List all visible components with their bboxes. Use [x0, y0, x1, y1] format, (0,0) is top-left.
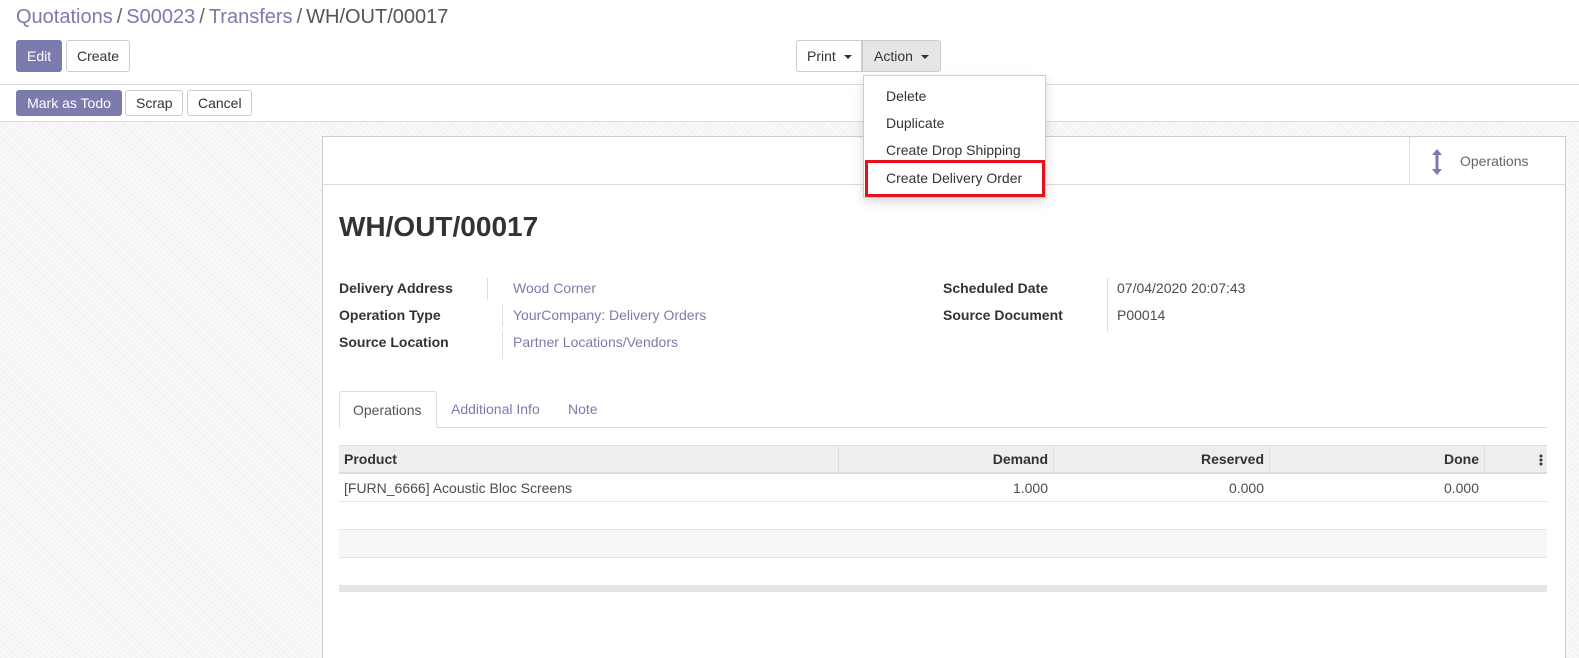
done-cell: 0.000 — [1443, 480, 1479, 496]
empty-row — [339, 502, 1547, 530]
source-location-label: Source Location — [339, 334, 449, 350]
empty-row — [339, 558, 1547, 586]
tab-note[interactable]: Note — [555, 391, 611, 427]
breadcrumb-separator: / — [296, 6, 303, 28]
action-dropdown-menu: Delete Duplicate Create Drop Shipping Cr… — [863, 75, 1046, 198]
delivery-address-label: Delivery Address — [339, 280, 453, 296]
breadcrumb-transfers[interactable]: Transfers — [209, 6, 293, 28]
breadcrumb-current: WH/OUT/00017 — [306, 6, 449, 28]
menu-item-create-drop-shipping[interactable]: Create Drop Shipping — [865, 137, 1044, 164]
breadcrumb-separator: / — [199, 6, 205, 28]
field-divider — [1107, 278, 1108, 332]
arrows-vertical-icon — [1432, 149, 1442, 175]
operation-type-label: Operation Type — [339, 307, 441, 323]
column-header-spacer — [1484, 446, 1502, 473]
reserved-cell: 0.000 — [1228, 480, 1264, 496]
statusbar: Mark as Todo Scrap Cancel — [0, 85, 1579, 122]
column-header-demand[interactable]: Demand — [838, 446, 1053, 473]
edit-button[interactable]: Edit — [16, 40, 62, 72]
operations-smart-button[interactable]: Operations — [1409, 137, 1565, 184]
create-button[interactable]: Create — [66, 40, 130, 72]
product-cell: [FURN_6666] Acoustic Bloc Screens — [344, 480, 572, 496]
scheduled-date-value: 07/04/2020 20:07:43 — [1117, 280, 1246, 296]
column-header-reserved[interactable]: Reserved — [1053, 446, 1269, 473]
breadcrumb: Quotations / S00023/Transfers / WH/OUT/00017 — [16, 6, 448, 29]
tab-additional-info[interactable]: Additional Info — [438, 391, 553, 427]
operation-type-link[interactable]: YourCompany: Delivery Orders — [513, 307, 706, 323]
menu-item-create-delivery-order[interactable]: Create Delivery Order — [865, 165, 1044, 192]
print-label: Print — [807, 48, 836, 64]
chevron-down-icon — [843, 55, 852, 60]
table-row[interactable]: [FURN_6666] Acoustic Bloc Screens 1.000 … — [339, 474, 1547, 502]
table-header: Product Demand Reserved Done — [339, 445, 1547, 474]
field-divider — [502, 304, 503, 326]
field-divider — [487, 278, 488, 300]
scrap-button[interactable]: Scrap — [125, 90, 183, 116]
column-header-done[interactable]: Done — [1269, 446, 1484, 473]
demand-cell: 1.000 — [1012, 480, 1048, 496]
menu-item-duplicate[interactable]: Duplicate — [865, 110, 1044, 137]
breadcrumb-separator: / — [116, 6, 123, 28]
source-document-value: P00014 — [1117, 307, 1166, 323]
form-sheet: Operations WH/OUT/00017 Delivery Address… — [322, 136, 1566, 658]
action-label: Action — [874, 48, 913, 64]
control-panel: Quotations / S00023/Transfers / WH/OUT/00017… — [0, 0, 1579, 85]
notebook-tabs: Operations Additional Info Note — [339, 391, 1547, 428]
table-footer — [339, 586, 1547, 592]
print-dropdown-button[interactable]: Print — [796, 40, 862, 72]
delivery-address-link[interactable]: Wood Corner — [513, 280, 596, 296]
mark-as-todo-button[interactable]: Mark as Todo — [16, 90, 122, 116]
breadcrumb-quotations[interactable]: Quotations — [16, 6, 113, 28]
scheduled-date-label: Scheduled Date — [943, 280, 1049, 296]
cancel-button[interactable]: Cancel — [187, 90, 252, 116]
smart-button-label: Operations — [1460, 153, 1529, 169]
empty-row — [339, 530, 1547, 558]
source-document-label: Source Document — [943, 307, 1063, 323]
column-options-icon[interactable] — [1529, 446, 1547, 473]
breadcrumb-sale-order[interactable]: S00023 — [126, 6, 195, 28]
field-divider — [502, 331, 503, 359]
chevron-down-icon — [920, 55, 929, 60]
menu-item-delete[interactable]: Delete — [865, 83, 1044, 110]
column-header-product[interactable]: Product — [339, 446, 838, 473]
action-dropdown-button[interactable]: Action — [862, 40, 941, 72]
tab-operations[interactable]: Operations — [339, 391, 437, 428]
source-location-link[interactable]: Partner Locations/Vendors — [513, 334, 678, 350]
record-title: WH/OUT/00017 — [339, 211, 539, 242]
